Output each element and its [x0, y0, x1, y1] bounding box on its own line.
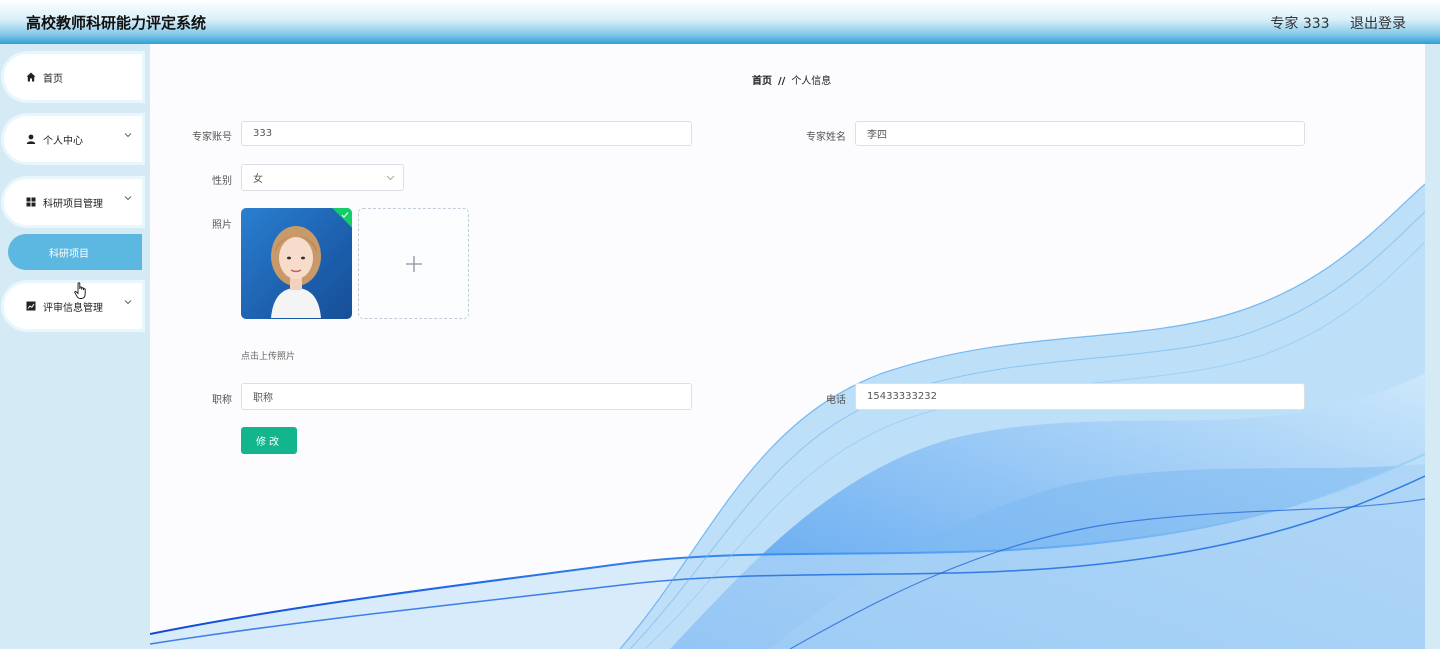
top-header: 高校教师科研能力评定系统 专家 333 退出登录 [0, 0, 1440, 44]
chevron-down-icon [124, 131, 132, 142]
upload-photo-button[interactable] [358, 208, 469, 319]
job-title-placeholder: 职称 [253, 393, 273, 404]
sidebar-item-label: 个人中心 [43, 135, 83, 147]
upload-tip: 点击上传照片 [241, 352, 296, 362]
app-title: 高校教师科研能力评定系统 [26, 14, 207, 32]
account-value: 333 [253, 128, 273, 139]
current-user: 专家 333 [1270, 16, 1330, 32]
gender-value: 女 [253, 174, 263, 185]
sidebar-item-home[interactable]: 首页 [4, 54, 142, 100]
chevron-down-icon [386, 173, 395, 185]
name-field[interactable]: 李四 [855, 121, 1305, 146]
plus-icon [405, 255, 422, 272]
modify-button[interactable]: 修改 [241, 427, 297, 454]
chevron-down-icon [124, 194, 132, 205]
sidebar-item-label: 评审信息管理 [43, 302, 103, 314]
chart-icon [25, 301, 37, 311]
breadcrumb-current: 个人信息 [791, 76, 832, 87]
sidebar-item-label: 首页 [43, 73, 63, 85]
photo-label: 照片 [212, 220, 232, 231]
phone-label: 电话 [826, 395, 846, 406]
grid-icon [25, 197, 37, 207]
user-icon [25, 134, 37, 144]
right-edge-strip [1425, 44, 1440, 649]
header-user-area: 专家 333 退出登录 [1254, 13, 1406, 33]
logout-link[interactable]: 退出登录 [1350, 16, 1406, 32]
sidebar: 首页 个人中心 科研项目管理 科研项目 评审信息管理 [0, 44, 150, 649]
phone-field[interactable]: 15433333232 [855, 383, 1305, 410]
phone-value: 15433333232 [867, 391, 937, 402]
breadcrumb: 首页 // 个人信息 [752, 72, 831, 87]
account-field[interactable]: 333 [241, 121, 692, 146]
sidebar-item-review-info-mgmt[interactable]: 评审信息管理 [4, 283, 142, 329]
sidebar-item-research-project-mgmt[interactable]: 科研项目管理 [4, 179, 142, 225]
portrait-image [271, 226, 321, 318]
sidebar-subitem-label: 科研项目 [49, 248, 89, 260]
job-title-label: 职称 [212, 395, 232, 406]
hand-cursor-icon [74, 282, 88, 304]
check-icon [341, 212, 349, 218]
profile-photo[interactable] [241, 208, 352, 319]
name-value: 李四 [867, 130, 887, 141]
account-label: 专家账号 [192, 132, 232, 143]
main-content: 首页//个人信息 专家账号 333 专家姓名 李四 性别 女 照片 点击上传照片… [150, 44, 1425, 649]
breadcrumb-separator: // [778, 76, 786, 87]
sidebar-subitem-research-project[interactable]: 科研项目 [8, 234, 142, 270]
sidebar-item-personal-center[interactable]: 个人中心 [4, 116, 142, 162]
sidebar-item-label: 科研项目管理 [43, 198, 103, 210]
home-icon [25, 72, 37, 82]
breadcrumb-home[interactable]: 首页 [752, 76, 772, 87]
gender-label: 性别 [212, 176, 232, 187]
chevron-down-icon [124, 298, 132, 309]
job-title-field[interactable]: 职称 [241, 383, 692, 410]
name-label: 专家姓名 [806, 132, 846, 143]
gender-select[interactable]: 女 [241, 164, 404, 191]
